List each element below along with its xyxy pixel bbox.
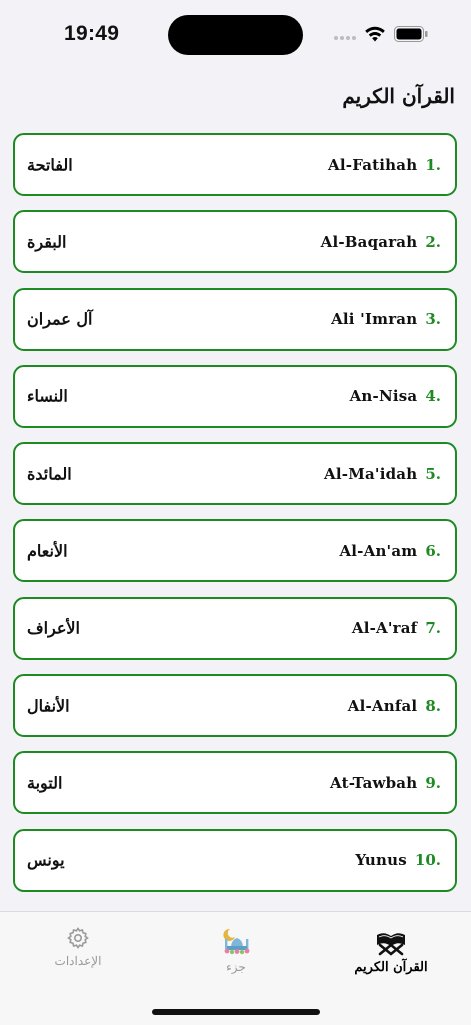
surah-row[interactable]: النساء An-Nisa 4. [13, 364, 457, 428]
surah-transliterated-name: Al-An'am [339, 541, 418, 560]
tab-bar: الإعدادات جزء القرآن الكريم [0, 911, 471, 1025]
surah-row[interactable]: الأعراف Al-A'raf 7. [13, 596, 457, 660]
surah-title-group: An-Nisa 4. [350, 387, 441, 405]
surah-arabic-name: المائدة [27, 464, 72, 484]
home-indicator [152, 1009, 320, 1015]
surah-title-group: Ali 'Imran 3. [331, 310, 441, 328]
surah-transliterated-name: Ali 'Imran [331, 310, 418, 329]
surah-list: الفاتحة Al-Fatihah 1. البقرة Al-Baqarah 2. آل … [13, 133, 457, 906]
surah-number: 6. [425, 541, 441, 560]
surah-transliterated-name: Al-Baqarah [320, 232, 418, 251]
tab-juz[interactable]: جزء [176, 926, 296, 974]
quran-book-icon [377, 933, 405, 956]
surah-number: 4. [425, 387, 441, 406]
surah-transliterated-name: An-Nisa [349, 387, 418, 406]
surah-arabic-name: النساء [27, 386, 68, 406]
surah-arabic-name: الأنعام [27, 541, 68, 561]
surah-row[interactable]: التوبة At-Tawbah 9. [13, 751, 457, 815]
surah-transliterated-name: At-Tawbah [330, 773, 418, 792]
surah-arabic-name: البقرة [27, 232, 67, 252]
dynamic-island [168, 15, 303, 55]
surah-row[interactable]: البقرة Al-Baqarah 2. [13, 210, 457, 274]
tab-settings[interactable]: الإعدادات [18, 926, 138, 968]
surah-row[interactable]: الأنفال Al-Anfal 8. [13, 674, 457, 738]
surah-row[interactable]: الفاتحة Al-Fatihah 1. [13, 133, 457, 196]
surah-transliterated-name: Yunus [355, 851, 407, 870]
surah-row[interactable]: يونس Yunus 10. [13, 828, 457, 892]
gear-icon [67, 927, 89, 949]
status-bar: 19:49 [0, 0, 471, 70]
surah-title-group: At-Tawbah 9. [330, 774, 441, 792]
surah-title-group: Yunus 10. [355, 851, 441, 869]
surah-arabic-name: الأنفال [27, 696, 70, 716]
surah-arabic-name: التوبة [27, 773, 63, 793]
tab-juz-label: جزء [226, 960, 246, 974]
battery-icon [394, 26, 428, 42]
surah-arabic-name: يونس [27, 850, 65, 870]
page-title: القرآن الكريم [342, 84, 455, 108]
wifi-icon [365, 26, 385, 42]
surah-title-group: Al-Baqarah 2. [321, 233, 441, 251]
surah-transliterated-name: Al-Fatihah [328, 155, 418, 174]
tab-quran[interactable]: القرآن الكريم [331, 926, 451, 975]
surah-number: 3. [425, 310, 441, 329]
surah-number: 7. [425, 619, 441, 638]
surah-arabic-name: الفاتحة [27, 155, 73, 174]
surah-title-group: Al-Fatihah 1. [328, 156, 441, 174]
cellular-signal-icon [334, 36, 356, 40]
surah-number: 8. [425, 696, 441, 715]
surah-arabic-name: آل عمران [27, 309, 93, 329]
surah-title-group: Al-Ma'idah 5. [324, 465, 441, 483]
surah-row[interactable]: الأنعام Al-An'am 6. [13, 519, 457, 583]
surah-transliterated-name: Al-A'raf [351, 619, 418, 638]
surah-arabic-name: الأعراف [27, 618, 80, 638]
tab-settings-label: الإعدادات [54, 954, 102, 968]
mosque-icon [223, 928, 250, 955]
surah-row[interactable]: آل عمران Ali 'Imran 3. [13, 287, 457, 351]
surah-row[interactable]: المائدة Al-Ma'idah 5. [13, 442, 457, 506]
surah-title-group: Al-A'raf 7. [352, 619, 441, 637]
surah-transliterated-name: Al-Anfal [347, 696, 418, 715]
surah-number: 10. [414, 851, 441, 870]
surah-number: 2. [425, 232, 441, 251]
surah-number: 9. [425, 773, 441, 792]
tab-quran-label: القرآن الكريم [354, 960, 428, 975]
surah-number: 5. [425, 464, 441, 483]
status-time: 19:49 [64, 22, 120, 45]
surah-title-group: Al-An'am 6. [339, 542, 441, 560]
surah-transliterated-name: Al-Ma'idah [324, 464, 418, 483]
surah-number: 1. [425, 155, 441, 174]
surah-title-group: Al-Anfal 8. [348, 697, 441, 715]
